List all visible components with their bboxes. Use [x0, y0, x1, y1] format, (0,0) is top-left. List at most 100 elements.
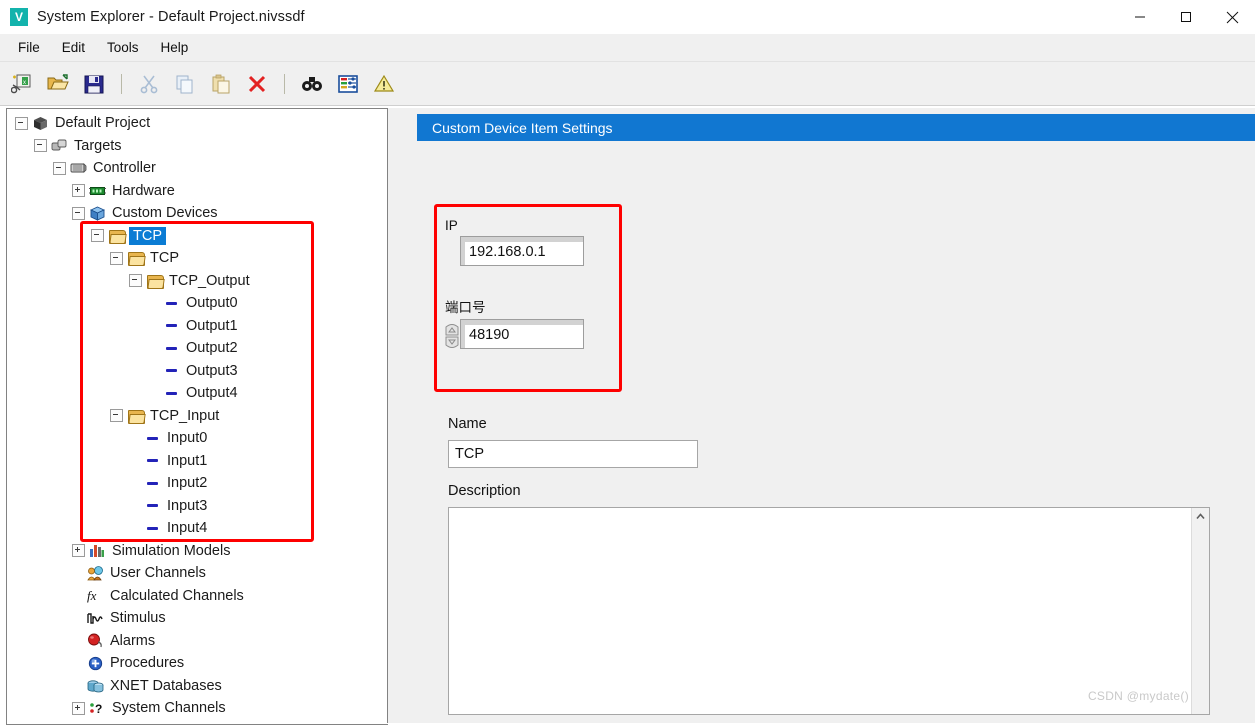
menu-item-help[interactable]: Help — [151, 37, 199, 58]
port-label: 端口号 — [445, 300, 486, 315]
tree-node-tcp[interactable]: TCP — [7, 225, 388, 248]
tree-node-label: Output0 — [186, 295, 238, 312]
tree-node-label: Stimulus — [110, 610, 166, 627]
svg-text:x: x — [23, 80, 26, 86]
tree-node-label: Simulation Models — [112, 542, 231, 559]
folder-icon — [145, 273, 165, 289]
tree-toggle-spacer — [148, 365, 159, 376]
tree-node-procedures[interactable]: Procedures — [7, 652, 388, 675]
tree-node-output4[interactable]: Output4 — [7, 382, 388, 405]
close-icon[interactable] — [1209, 0, 1255, 34]
collapse-minus-icon[interactable] — [15, 116, 28, 130]
database-icon — [86, 678, 104, 694]
tree-node-label: Input0 — [167, 430, 208, 447]
expand-plus-icon[interactable] — [72, 701, 85, 715]
svg-text:fx: fx — [87, 588, 97, 603]
channel-dash-icon — [143, 475, 161, 491]
minimize-icon[interactable] — [1117, 0, 1163, 34]
open-folder-icon[interactable] — [43, 69, 73, 99]
svg-text:?: ? — [95, 702, 102, 715]
collapse-minus-icon[interactable] — [110, 251, 123, 265]
expand-plus-icon[interactable] — [72, 544, 85, 558]
ip-input-value: 192.168.0.1 — [469, 244, 546, 260]
tree-node-calculated-channels[interactable]: fx Calculated Channels — [7, 585, 388, 608]
port-input-bevel-top — [461, 320, 583, 325]
stimulus-wave-icon — [86, 610, 104, 626]
spinner-up-icon — [445, 324, 459, 336]
tree-node-simulation-models[interactable]: Simulation Models — [7, 540, 388, 563]
tree-node-label: XNET Databases — [110, 677, 222, 694]
tree-node-targets[interactable]: Targets — [7, 135, 388, 158]
cut-scissors-icon[interactable] — [134, 69, 164, 99]
tree-node-input4[interactable]: Input4 — [7, 517, 388, 540]
tree-toggle-spacer — [72, 658, 83, 669]
binoculars-find-icon[interactable] — [297, 69, 327, 99]
tree-node-label: System Channels — [112, 700, 226, 717]
scroll-up-arrow-icon[interactable] — [1192, 508, 1209, 525]
collapse-minus-icon[interactable] — [110, 409, 123, 423]
paste-icon[interactable] — [206, 69, 236, 99]
tree-node-input3[interactable]: Input3 — [7, 495, 388, 518]
tree-toggle-spacer — [148, 388, 159, 399]
menu-item-tools[interactable]: Tools — [97, 37, 149, 58]
channel-dash-icon — [143, 453, 161, 469]
collapse-minus-icon[interactable] — [91, 229, 104, 243]
maximize-icon[interactable] — [1163, 0, 1209, 34]
tree-node-input0[interactable]: Input0 — [7, 427, 388, 450]
collapse-minus-icon[interactable] — [129, 274, 142, 288]
port-spinner[interactable] — [445, 319, 459, 349]
expand-plus-icon[interactable] — [72, 184, 85, 198]
collapse-minus-icon[interactable] — [34, 139, 47, 153]
tree-node-tcp-input[interactable]: TCP_Input — [7, 405, 388, 428]
channel-dash-icon — [162, 318, 180, 334]
tree-toggle-spacer — [129, 433, 140, 444]
separator-2 — [284, 73, 285, 94]
collapse-minus-icon[interactable] — [72, 206, 85, 220]
tree-node-label: Input4 — [167, 520, 208, 537]
tree-node-tcp-output[interactable]: TCP_Output — [7, 270, 388, 293]
menu-item-file[interactable]: File — [8, 37, 50, 58]
folder-icon — [107, 228, 127, 244]
tree-toggle-spacer — [148, 320, 159, 331]
tree-node-default-project[interactable]: Default Project — [7, 112, 388, 135]
menu-item-edit[interactable]: Edit — [52, 37, 95, 58]
tree-toggle-spacer — [72, 635, 83, 646]
delete-x-icon[interactable] — [242, 69, 272, 99]
tree-node-stimulus[interactable]: Stimulus — [7, 607, 388, 630]
ip-input[interactable]: 192.168.0.1 — [460, 236, 584, 266]
save-icon[interactable] — [79, 69, 109, 99]
tree-node-custom-devices[interactable]: Custom Devices — [7, 202, 388, 225]
alarm-bell-icon — [86, 633, 104, 649]
project-tree-panel[interactable]: Default Project Targets Controller Hardware… — [6, 108, 388, 725]
tree-node-output3[interactable]: Output3 — [7, 360, 388, 383]
new-project-icon[interactable]: x — [7, 69, 37, 99]
tree-node-user-channels[interactable]: User Channels — [7, 562, 388, 585]
tree-node-label: Alarms — [110, 632, 156, 649]
project-tree[interactable]: Default Project Targets Controller Hardware… — [7, 109, 388, 720]
tree-node-xnet-databases[interactable]: XNET Databases — [7, 675, 388, 698]
user-channels-icon — [86, 565, 104, 581]
tree-node-input1[interactable]: Input1 — [7, 450, 388, 473]
tree-node-output1[interactable]: Output1 — [7, 315, 388, 338]
tree-node-alarms[interactable]: Alarms — [7, 630, 388, 653]
tree-node-label: User Channels — [110, 565, 206, 582]
system-channels-icon: ? — [88, 700, 106, 716]
port-input[interactable]: 48190 — [460, 319, 584, 349]
tree-node-system-channels[interactable]: ? System Channels — [7, 697, 388, 720]
port-field-group: 端口号 48190 — [445, 296, 584, 349]
name-input[interactable] — [448, 440, 698, 468]
description-scrollbar[interactable] — [1191, 508, 1209, 714]
channel-list-icon[interactable] — [333, 69, 363, 99]
warning-triangle-icon[interactable] — [369, 69, 399, 99]
description-textarea[interactable]: CSDN @mydate() — [448, 507, 1210, 715]
window-controls — [1117, 0, 1255, 34]
tree-node-hardware[interactable]: Hardware — [7, 180, 388, 203]
tree-node-output0[interactable]: Output0 — [7, 292, 388, 315]
tree-node-tcp[interactable]: TCP — [7, 247, 388, 270]
collapse-minus-icon[interactable] — [53, 161, 66, 175]
tree-node-input2[interactable]: Input2 — [7, 472, 388, 495]
channel-dash-icon — [143, 430, 161, 446]
tree-node-output2[interactable]: Output2 — [7, 337, 388, 360]
copy-icon[interactable] — [170, 69, 200, 99]
tree-node-controller[interactable]: Controller — [7, 157, 388, 180]
